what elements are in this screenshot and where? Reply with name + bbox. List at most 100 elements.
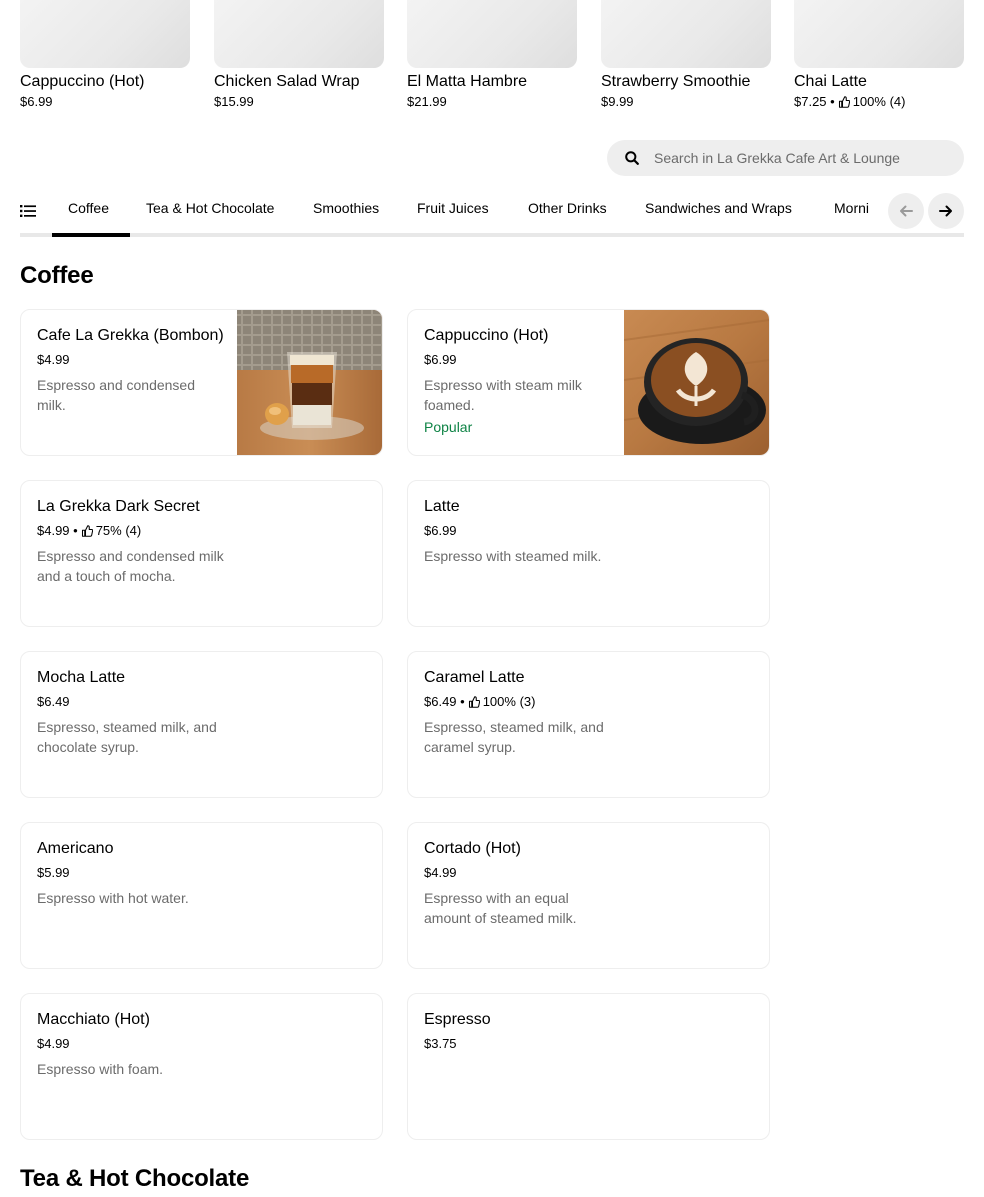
menu-item-card[interactable]: Cafe La Grekka (Bombon) $4.99 Espresso a… <box>20 309 383 456</box>
tab-morning[interactable]: Morni <box>834 199 869 217</box>
menu-item-card[interactable]: Espresso $3.75 <box>407 993 770 1140</box>
menu-item-price-row: $3.75 <box>424 1035 614 1053</box>
featured-item-price-row: $6.99 <box>20 93 190 111</box>
menu-item-description: Espresso with hot water. <box>37 890 189 906</box>
menu-item-rating: 100% (3) <box>482 694 536 709</box>
section-title-coffee: Coffee <box>20 262 94 289</box>
featured-item-rating: 100% (4) <box>852 94 906 109</box>
featured-item-name: Chicken Salad Wrap <box>214 73 360 90</box>
menu-item-card[interactable]: Americano $5.99 Espresso with hot water. <box>20 822 383 969</box>
featured-item-name: Cappuccino (Hot) <box>20 73 145 90</box>
menu-item-card[interactable]: La Grekka Dark Secret $4.99 • 75% (4) Es… <box>20 480 383 627</box>
menu-item-description: Espresso with an equal amount of steamed… <box>424 890 577 926</box>
menu-item-price: $6.49 <box>37 694 70 709</box>
tab-sandwiches-and-wraps[interactable]: Sandwiches and Wraps <box>645 199 792 217</box>
featured-item-price-row: $15.99 <box>214 93 384 111</box>
menu-item-card[interactable]: Caramel Latte $6.49 • 100% (3) Espresso,… <box>407 651 770 798</box>
featured-item-price: $6.99 <box>20 94 53 109</box>
cappuccino-photo <box>624 310 769 455</box>
featured-item[interactable]: El Matta Hambre $21.99 <box>407 0 577 111</box>
menu-item-price-row: $6.49 • 100% (3) <box>424 693 614 711</box>
menu-item-price-row: $4.99 <box>37 351 227 369</box>
tab-coffee[interactable]: Coffee <box>68 199 109 217</box>
thumbs-up-icon <box>838 96 850 108</box>
featured-item-image <box>794 0 964 68</box>
tab-tea-hot-chocolate[interactable]: Tea & Hot Chocolate <box>146 199 274 217</box>
scroll-left-button[interactable] <box>888 193 924 229</box>
tabs-divider <box>20 233 964 237</box>
menu-item-description: Espresso and condensed milk. <box>37 377 195 413</box>
search-input[interactable] <box>654 150 954 166</box>
featured-item-price: $9.99 <box>601 94 634 109</box>
arrow-left-icon <box>900 205 913 217</box>
arrow-right-icon <box>939 205 952 217</box>
tab-smoothies[interactable]: Smoothies <box>313 199 379 217</box>
menu-item-name: Cappuccino (Hot) <box>424 327 549 344</box>
featured-item[interactable]: Chicken Salad Wrap $15.99 <box>214 0 384 111</box>
menu-item-description: Espresso, steamed milk, and chocolate sy… <box>37 719 217 755</box>
menu-item-price-row: $5.99 <box>37 864 227 882</box>
featured-item-image <box>20 0 190 68</box>
menu-item-price: $5.99 <box>37 865 70 880</box>
menu-item-price-row: $6.49 <box>37 693 227 711</box>
menu-item-info: Mocha Latte $6.49 Espresso, steamed milk… <box>37 668 227 757</box>
menu-item-name: Mocha Latte <box>37 669 126 686</box>
menu-item-name: Cafe La Grekka (Bombon) <box>37 327 224 344</box>
menu-item-card[interactable]: Macchiato (Hot) $4.99 Espresso with foam… <box>20 993 383 1140</box>
featured-item-price: $21.99 <box>407 94 447 109</box>
featured-item-price-row: $7.25 • 100% (4) <box>794 93 964 111</box>
tab-other-drinks[interactable]: Other Drinks <box>528 199 607 217</box>
active-tab-indicator <box>52 233 130 237</box>
menu-item-info: Cafe La Grekka (Bombon) $4.99 Espresso a… <box>37 326 227 415</box>
menu-item-price-row: $4.99 <box>424 864 614 882</box>
menu-item-description: Espresso and condensed milk and a touch … <box>37 548 224 584</box>
menu-item-price-row: $4.99 • 75% (4) <box>37 522 227 540</box>
thumbs-up-icon <box>468 696 480 708</box>
menu-item-card[interactable]: Cappuccino (Hot) $6.99 Espresso with ste… <box>407 309 770 456</box>
bombon-photo <box>237 310 382 455</box>
menu-item-price-row: $4.99 <box>37 1035 227 1053</box>
menu-item-price: $6.99 <box>424 523 457 538</box>
popular-badge: Popular <box>424 419 473 435</box>
menu-item-card[interactable]: Latte $6.99 Espresso with steamed milk. <box>407 480 770 627</box>
menu-item-description: Espresso with steamed milk. <box>424 548 602 564</box>
featured-item[interactable]: Strawberry Smoothie $9.99 <box>601 0 771 111</box>
featured-item[interactable]: Chai Latte $7.25 • 100% (4) <box>794 0 964 111</box>
menu-item-price-row: $6.99 <box>424 522 614 540</box>
menu-item-price: $6.49 • <box>424 694 465 709</box>
menu-item-price: $3.75 <box>424 1036 457 1051</box>
section-title-tea-hot-chocolate: Tea & Hot Chocolate <box>20 1165 250 1192</box>
featured-item-price: $15.99 <box>214 94 254 109</box>
menu-item-info: Cortado (Hot) $4.99 Espresso with an equ… <box>424 839 614 928</box>
menu-item-name: Caramel Latte <box>424 669 525 686</box>
search-bar[interactable] <box>607 140 964 176</box>
search-icon <box>625 151 639 165</box>
menu-item-price: $4.99 <box>37 352 70 367</box>
menu-item-rating: 75% (4) <box>95 523 142 538</box>
scroll-right-button[interactable] <box>928 193 964 229</box>
featured-item-name: Chai Latte <box>794 73 867 90</box>
tab-fruit-juices[interactable]: Fruit Juices <box>417 199 489 217</box>
featured-item-price: $7.25 • <box>794 94 835 109</box>
featured-item[interactable]: Cappuccino (Hot) $6.99 <box>20 0 190 111</box>
menu-item-price: $4.99 <box>424 865 457 880</box>
menu-item-info: Latte $6.99 Espresso with steamed milk. <box>424 497 614 566</box>
menu-item-description: Espresso, steamed milk, and caramel syru… <box>424 719 604 755</box>
menu-item-info: Espresso $3.75 <box>424 1010 614 1053</box>
featured-item-name: Strawberry Smoothie <box>601 73 751 90</box>
menu-list-icon[interactable] <box>20 203 36 219</box>
menu-item-name: Cortado (Hot) <box>424 840 521 857</box>
menu-item-price: $4.99 <box>37 1036 70 1051</box>
thumbs-up-icon <box>81 525 93 537</box>
featured-items-row: Cappuccino (Hot) $6.99 Chicken Salad Wra… <box>20 0 964 112</box>
menu-item-card[interactable]: Mocha Latte $6.49 Espresso, steamed milk… <box>20 651 383 798</box>
menu-item-info: Americano $5.99 Espresso with hot water. <box>37 839 227 908</box>
menu-item-price: $4.99 • <box>37 523 78 538</box>
menu-item-card[interactable]: Cortado (Hot) $4.99 Espresso with an equ… <box>407 822 770 969</box>
menu-item-price: $6.99 <box>424 352 457 367</box>
menu-item-name: Americano <box>37 840 114 857</box>
featured-item-image <box>601 0 771 68</box>
featured-item-image <box>214 0 384 68</box>
featured-item-price-row: $21.99 <box>407 93 577 111</box>
category-tabs: Coffee Tea & Hot Chocolate Smoothies Fru… <box>20 186 964 237</box>
